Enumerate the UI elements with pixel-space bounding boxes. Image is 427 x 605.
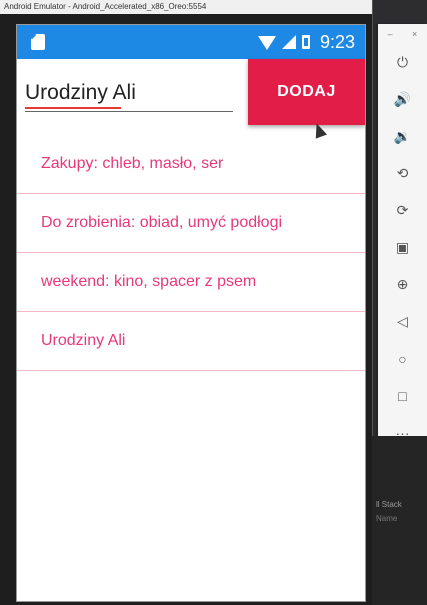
toolbar-window-controls: – ×	[378, 24, 427, 44]
rotate-left-icon[interactable]: ⟲	[378, 155, 427, 192]
add-button[interactable]: DODAJ	[248, 59, 365, 125]
wifi-icon	[257, 36, 276, 50]
device-screen: 9:23 DODAJ Zakupy: chleb, masło, ser Do …	[16, 24, 366, 602]
zoom-icon[interactable]: ⊕	[378, 266, 427, 303]
panel-title: ll Stack	[376, 500, 402, 509]
rotate-right-icon[interactable]: ⟳	[378, 192, 427, 229]
emulator-toolbar: – × ⏻ 🔊 🔉 ⟲ ⟳ ▣ ⊕ ◁ ○ □ ···	[378, 24, 427, 441]
emulator-window: Android Emulator - Android_Accelerated_x…	[0, 0, 373, 605]
notes-list: Zakupy: chleb, masło, ser Do zrobienia: …	[17, 135, 365, 371]
overview-icon[interactable]: □	[378, 377, 427, 414]
signal-icon	[281, 35, 296, 49]
status-icons: 9:23	[257, 25, 355, 59]
power-icon[interactable]: ⏻	[378, 44, 427, 81]
list-item[interactable]: Zakupy: chleb, masło, ser	[17, 135, 365, 194]
back-icon[interactable]: ◁	[378, 303, 427, 340]
close-icon[interactable]: ×	[412, 29, 417, 39]
entry-row: DODAJ	[17, 59, 365, 139]
status-bar: 9:23	[17, 25, 365, 59]
status-clock: 9:23	[319, 31, 355, 52]
list-item[interactable]: weekend: kino, spacer z psem	[17, 253, 365, 312]
list-item[interactable]: Urodziny Ali	[17, 312, 365, 371]
volume-down-icon[interactable]: 🔉	[378, 118, 427, 155]
spellcheck-underline	[25, 107, 121, 109]
camera-icon[interactable]: ▣	[378, 229, 427, 266]
volume-up-icon[interactable]: 🔊	[378, 81, 427, 118]
list-item[interactable]: Do zrobienia: obiad, umyć podłogi	[17, 194, 365, 253]
emulator-title: Android Emulator - Android_Accelerated_x…	[0, 0, 372, 14]
panel-column-header: Name	[376, 514, 398, 523]
minimize-icon[interactable]: –	[388, 29, 393, 39]
home-icon[interactable]: ○	[378, 340, 427, 377]
sd-card-icon	[31, 34, 45, 50]
ide-call-stack-panel: ll Stack Name	[372, 436, 427, 605]
battery-icon	[301, 35, 310, 49]
ide-background-top	[372, 0, 427, 24]
